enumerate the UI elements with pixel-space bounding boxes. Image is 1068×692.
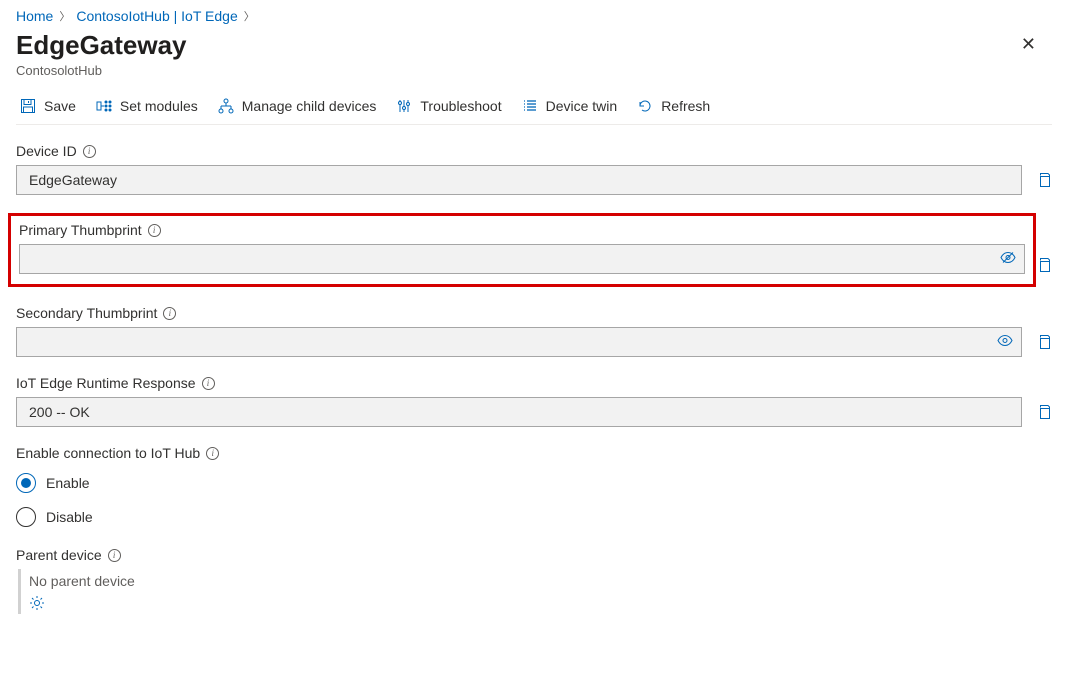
toolbar: Save Set modules Manage child devices Tr… xyxy=(16,88,1052,125)
chevron-right-icon: 〉 xyxy=(59,8,70,24)
manage-child-label: Manage child devices xyxy=(242,98,377,114)
device-id-label: Device ID xyxy=(16,143,77,159)
secondary-thumbprint-value[interactable] xyxy=(27,333,1011,351)
parent-device-none: No parent device xyxy=(29,569,1052,595)
eye-hidden-icon[interactable] xyxy=(1000,250,1016,269)
runtime-response-label: IoT Edge Runtime Response xyxy=(16,375,196,391)
chevron-right-icon: 〉 xyxy=(244,8,255,24)
copy-icon[interactable] xyxy=(1036,334,1052,350)
gear-icon[interactable] xyxy=(29,598,45,614)
secondary-thumbprint-input[interactable] xyxy=(16,327,1022,357)
troubleshoot-button[interactable]: Troubleshoot xyxy=(396,98,501,114)
page-title: EdgeGateway xyxy=(16,30,187,61)
copy-icon[interactable] xyxy=(1036,257,1052,273)
radio-enable-label: Enable xyxy=(46,475,90,491)
close-icon[interactable]: ✕ xyxy=(1013,30,1044,59)
primary-thumbprint-label: Primary Thumbprint xyxy=(19,222,142,238)
info-icon[interactable]: i xyxy=(202,377,215,390)
enable-connection-field: Enable connection to IoT Hub i Enable Di… xyxy=(16,445,1052,527)
device-id-value[interactable] xyxy=(27,171,1011,189)
radio-disable-label: Disable xyxy=(46,509,93,525)
troubleshoot-label: Troubleshoot xyxy=(420,98,501,114)
save-label: Save xyxy=(44,98,76,114)
refresh-label: Refresh xyxy=(661,98,710,114)
troubleshoot-icon xyxy=(396,98,412,114)
hierarchy-icon xyxy=(218,98,234,114)
secondary-thumbprint-field: Secondary Thumbprint i xyxy=(16,305,1052,357)
runtime-response-value[interactable] xyxy=(27,403,1011,421)
primary-thumbprint-value[interactable] xyxy=(30,250,1014,268)
info-icon[interactable]: i xyxy=(163,307,176,320)
parent-device-label: Parent device xyxy=(16,547,102,563)
set-modules-label: Set modules xyxy=(120,98,198,114)
eye-icon[interactable] xyxy=(997,333,1013,352)
copy-icon[interactable] xyxy=(1036,172,1052,188)
device-twin-label: Device twin xyxy=(546,98,618,114)
runtime-response-input[interactable] xyxy=(16,397,1022,427)
info-icon[interactable]: i xyxy=(148,224,161,237)
modules-icon xyxy=(96,98,112,114)
page-subtitle: ContosolotHub xyxy=(16,63,187,78)
device-twin-button[interactable]: Device twin xyxy=(522,98,618,114)
save-icon xyxy=(20,98,36,114)
radio-enable[interactable]: Enable xyxy=(16,473,1052,493)
secondary-thumbprint-label: Secondary Thumbprint xyxy=(16,305,157,321)
breadcrumb-home[interactable]: Home xyxy=(16,8,53,24)
info-icon[interactable]: i xyxy=(108,549,121,562)
device-id-input[interactable] xyxy=(16,165,1022,195)
refresh-icon xyxy=(637,98,653,114)
save-button[interactable]: Save xyxy=(20,98,76,114)
primary-thumbprint-input[interactable] xyxy=(19,244,1025,274)
enable-connection-label: Enable connection to IoT Hub xyxy=(16,445,200,461)
manage-child-button[interactable]: Manage child devices xyxy=(218,98,377,114)
copy-icon[interactable] xyxy=(1036,404,1052,420)
breadcrumb-hub[interactable]: ContosoIotHub | IoT Edge xyxy=(76,8,237,24)
breadcrumb: Home 〉 ContosoIotHub | IoT Edge 〉 xyxy=(16,8,1052,24)
refresh-button[interactable]: Refresh xyxy=(637,98,710,114)
parent-device-field: Parent device i No parent device xyxy=(16,547,1052,614)
info-icon[interactable]: i xyxy=(83,145,96,158)
radio-disable[interactable]: Disable xyxy=(16,507,1052,527)
list-icon xyxy=(522,98,538,114)
device-id-field: Device ID i xyxy=(16,143,1052,195)
runtime-response-field: IoT Edge Runtime Response i xyxy=(16,375,1052,427)
info-icon[interactable]: i xyxy=(206,447,219,460)
set-modules-button[interactable]: Set modules xyxy=(96,98,198,114)
primary-thumbprint-highlight: Primary Thumbprint i xyxy=(8,213,1036,287)
